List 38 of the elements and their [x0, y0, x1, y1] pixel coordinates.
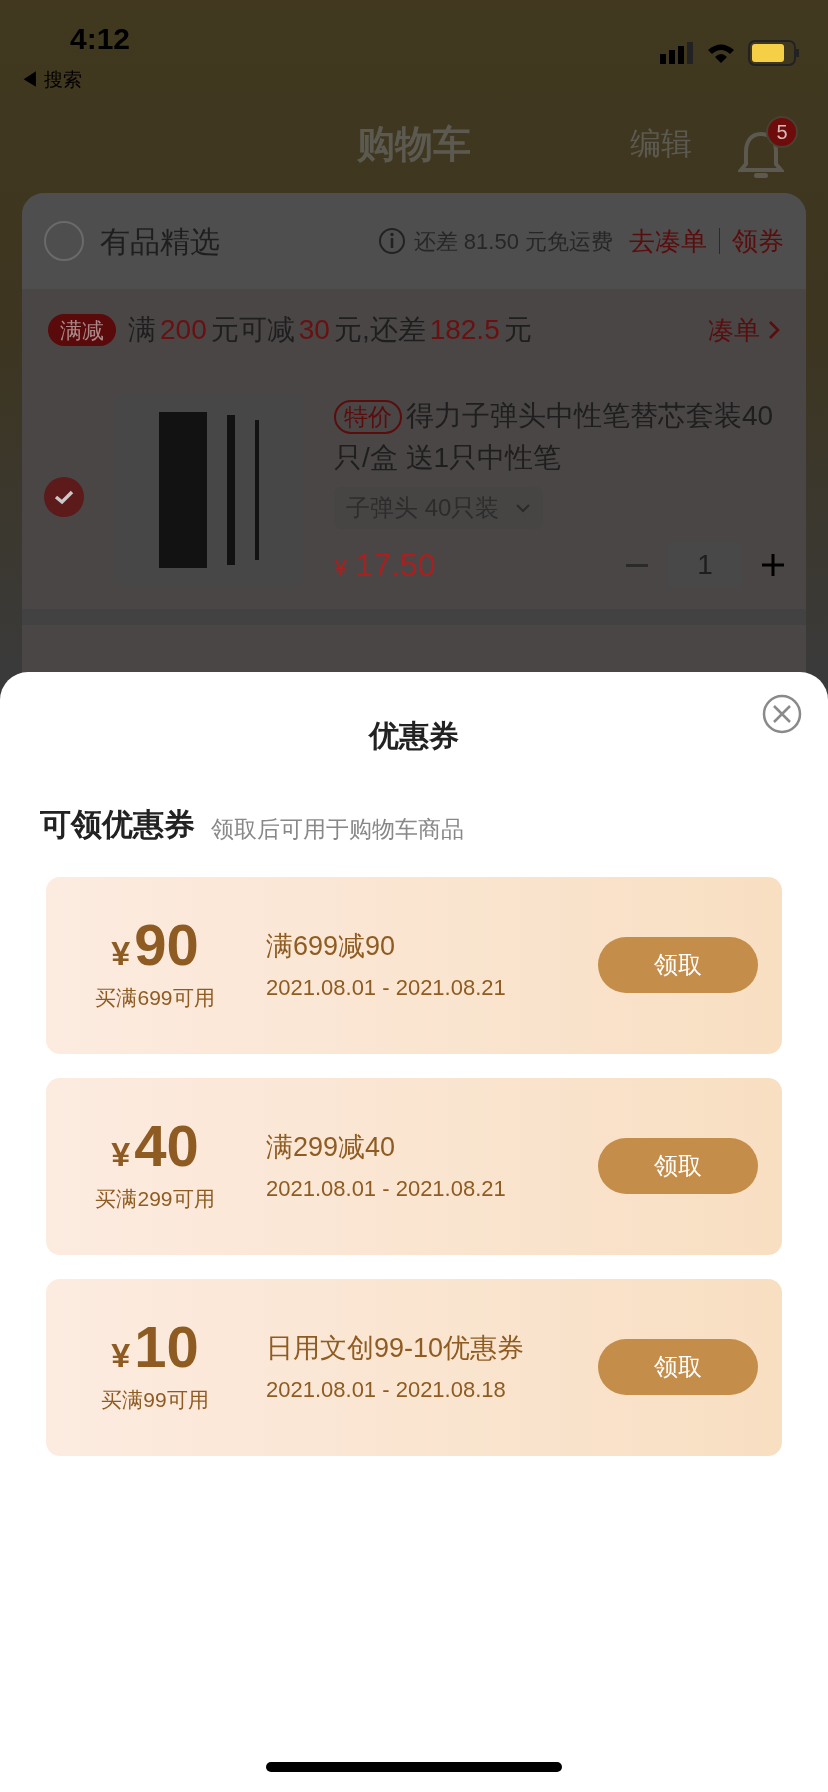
coupon-condition: 买满99可用 — [101, 1387, 209, 1414]
close-icon[interactable] — [762, 694, 802, 734]
minus-icon[interactable] — [626, 563, 648, 567]
chevron-down-icon — [515, 503, 532, 513]
coupon-amount: ¥10 — [111, 1318, 199, 1377]
coupon-condition: 买满299可用 — [95, 1186, 215, 1213]
claim-button[interactable]: 领取 — [598, 937, 758, 993]
section-title: 可领优惠券 — [40, 806, 195, 844]
promotion-tag: 满减 — [48, 314, 116, 346]
add-on-link[interactable]: 去凑单 — [629, 221, 707, 261]
coupon-name: 满299减40 — [266, 1131, 397, 1165]
wifi-icon — [706, 42, 736, 64]
claim-button[interactable]: 领取 — [598, 1339, 758, 1395]
coupon-period: 2021.08.01 - 2021.08.18 — [266, 1375, 507, 1404]
coupons-link[interactable]: 领券 — [732, 221, 784, 261]
battery-icon — [748, 40, 800, 66]
coupon-period: 2021.08.01 - 2021.08.21 — [266, 973, 506, 1002]
coupon-condition: 买满699可用 — [95, 985, 215, 1012]
plus-icon[interactable] — [762, 554, 784, 576]
coupon-amount: ¥40 — [111, 1117, 199, 1176]
section-note: 领取后可用于购物车商品 — [211, 815, 464, 844]
signal-icon — [660, 42, 694, 64]
coupon-period: 2021.08.01 - 2021.08.21 — [266, 1174, 506, 1203]
store-checkbox[interactable] — [44, 221, 84, 261]
status-time: 4:12 — [70, 24, 131, 54]
notification-badge: 5 — [766, 116, 798, 148]
chevron-right-icon — [768, 320, 780, 340]
back-link[interactable]: ◀ 搜索 — [20, 66, 131, 95]
sheet-title: 优惠券 — [369, 718, 459, 754]
coupon-name: 日用文创99-10优惠券 — [266, 1332, 525, 1366]
coupon-name: 满699减90 — [266, 930, 397, 964]
promotion-action-link[interactable]: 凑单 — [708, 310, 760, 350]
product-price: ¥ 17.50 — [334, 546, 436, 585]
coupon-amount: ¥90 — [111, 916, 199, 975]
info-icon — [377, 227, 406, 255]
check-icon — [54, 489, 74, 505]
claim-button[interactable]: 领取 — [598, 1138, 758, 1194]
product-checkbox[interactable] — [44, 477, 84, 517]
